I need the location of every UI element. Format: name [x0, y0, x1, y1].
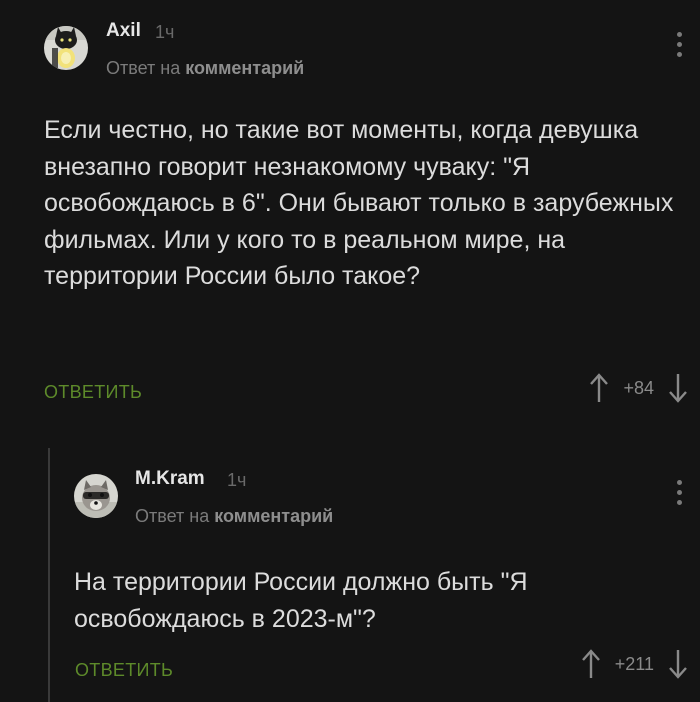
vote-controls: +211	[581, 648, 688, 680]
avatar[interactable]	[44, 26, 88, 70]
vote-score: +84	[623, 377, 654, 398]
reply-prefix: Ответ на	[106, 58, 181, 78]
avatar-cat-icon	[44, 26, 88, 70]
avatar-raccoon-icon	[74, 474, 118, 518]
downvote-arrow-icon[interactable]	[668, 648, 688, 680]
more-options-icon[interactable]	[676, 32, 682, 57]
comment-author[interactable]: M.Kram	[135, 468, 205, 490]
comment-text: Если честно, но такие вот моменты, когда…	[44, 116, 681, 290]
more-options-icon[interactable]	[676, 480, 682, 505]
downvote-arrow-icon[interactable]	[668, 372, 688, 404]
avatar[interactable]	[74, 474, 118, 518]
comment: Axil 1ч Ответ на комментарий Если честно…	[0, 0, 700, 430]
reply-button[interactable]: ОТВЕТИТЬ	[44, 382, 142, 403]
comment-time: 1ч	[227, 470, 247, 490]
reply-target-link[interactable]: комментарий	[214, 506, 333, 526]
comment: M.Kram 1ч Ответ на комментарий На террит…	[0, 448, 700, 702]
reply-prefix: Ответ на	[135, 506, 210, 526]
comment-author[interactable]: Axil	[106, 20, 141, 42]
reply-to: Ответ на комментарий	[135, 506, 333, 527]
vote-controls: +84	[589, 372, 688, 404]
reply-button[interactable]: ОТВЕТИТЬ	[75, 660, 173, 681]
comment-text: На территории России должно быть "Я осво…	[74, 568, 535, 633]
reply-to: Ответ на комментарий	[106, 58, 304, 79]
upvote-arrow-icon[interactable]	[581, 648, 601, 680]
reply-target-link[interactable]: комментарий	[185, 58, 304, 78]
vote-score: +211	[614, 653, 654, 674]
upvote-arrow-icon[interactable]	[589, 372, 609, 404]
comment-time: 1ч	[155, 22, 175, 42]
